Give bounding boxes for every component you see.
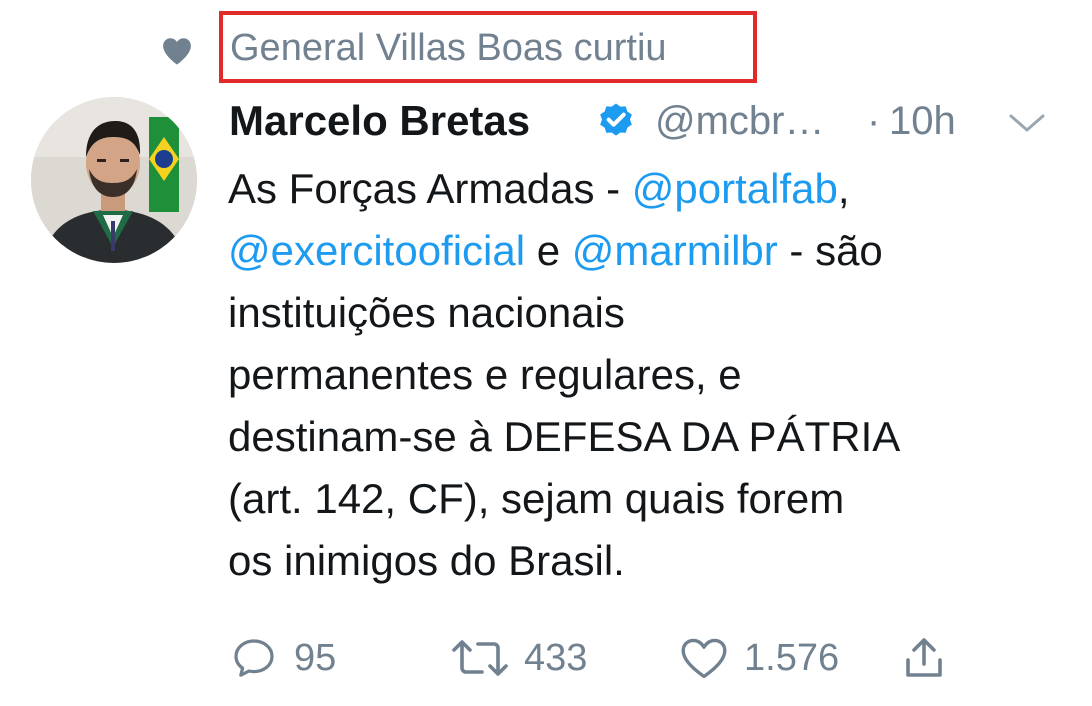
tweet-text-line: os inimigos do Brasil. [228,530,1058,592]
tweet-text-line: @exercitooficial e @marmilbr - são [228,220,1058,282]
tweet-text-line: As Forças Armadas - @portalfab, [228,158,1058,220]
share-button[interactable] [900,630,960,686]
tweet-text-segment: e [525,227,572,274]
tweet-text-line: destinam-se à DEFESA DA PÁTRIA [228,406,1058,468]
tweet-text-segment: (art. 142, CF), sejam quais forem [228,475,845,522]
chevron-down-icon[interactable] [1005,108,1049,138]
social-context-text[interactable]: General Villas Boas curtiu [230,26,667,70]
like-button[interactable]: 1.576 [678,630,858,686]
author-handle[interactable]: @mcbr… [655,94,825,148]
tweet-text-line: instituições nacionais [228,282,1058,344]
retweet-count: 433 [524,637,588,679]
tweet-text-line: permanentes e regulares, e [228,344,1058,406]
tweet-text-segment: instituições nacionais [228,289,625,336]
mention-link[interactable]: @exercitooficial [228,227,525,274]
tweet-text-segment: os inimigos do Brasil. [228,537,625,584]
avatar[interactable] [31,97,197,263]
reply-button[interactable]: 95 [230,630,360,686]
tweet-timestamp[interactable]: 10h [889,94,956,148]
retweet-button[interactable]: 433 [448,630,608,686]
tweet-text-segment: - são [777,227,883,274]
like-count: 1.576 [744,637,840,679]
share-icon [906,638,942,677]
mention-link[interactable]: @marmilbr [572,227,778,274]
heart-outline-icon [681,638,727,679]
mention-link[interactable]: @portalfab [632,165,838,212]
heart-icon [163,38,191,65]
social-context: General Villas Boas curtiu [0,0,1092,96]
tweet-text-segment: permanentes e regulares, e [228,351,742,398]
avatar-photo [31,97,197,263]
tweet-text: As Forças Armadas - @portalfab, @exercito… [228,158,1058,592]
tweet-text-segment: As Forças Armadas - [228,165,632,212]
reply-icon [234,639,274,677]
tweet-text-segment: destinam-se à DEFESA DA PÁTRIA [228,413,901,460]
author-display-name[interactable]: Marcelo Bretas [229,94,530,148]
separator-dot: · [867,99,881,143]
retweet-icon [452,640,508,676]
tweet-text-line: (art. 142, CF), sejam quais forem [228,468,1058,530]
verified-badge-icon [600,103,632,136]
tweet-header: Marcelo Bretas @mcbr… · 10h [229,94,1059,150]
reply-count: 95 [294,637,337,679]
tweet-text-segment: , [837,165,850,212]
